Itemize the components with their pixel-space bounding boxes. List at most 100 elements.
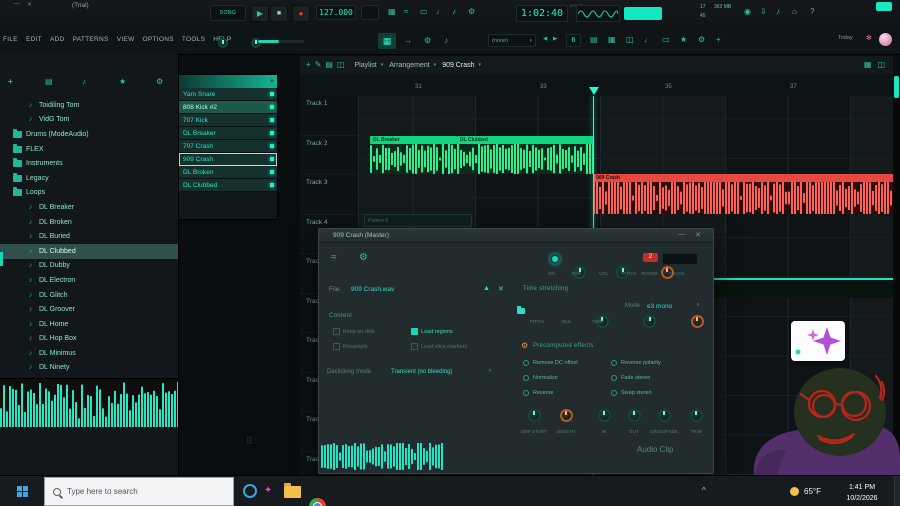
dialog-sample-waveform[interactable]	[321, 443, 443, 470]
plugin-button[interactable]: ⚙	[698, 36, 705, 44]
keyboard-icon[interactable]: ▭	[420, 8, 428, 16]
file-explorer-icon[interactable]	[284, 483, 301, 498]
browse-folder-icon[interactable]	[517, 306, 526, 314]
mixer-button[interactable]: ♩	[644, 36, 652, 44]
pattern-number-display[interactable]: 6	[566, 34, 581, 47]
weather-icon[interactable]	[790, 487, 799, 496]
task-view-icon[interactable]: ✦	[264, 485, 272, 496]
wave-icon[interactable]: ≈	[404, 8, 408, 16]
browser-item[interactable]: ♪ VidG Tom	[0, 113, 178, 128]
effect-fade-stereo[interactable]: Fade stereo	[611, 375, 650, 381]
channel-led[interactable]	[270, 105, 274, 109]
browser-item[interactable]: ♪ DL Hop Box	[0, 332, 178, 347]
timeline-ruler[interactable]: 31 33 35 37	[300, 74, 893, 97]
effect-normalize[interactable]: Normalize	[523, 375, 558, 381]
channel-button[interactable]: DL Breaker	[179, 127, 277, 140]
effect-reverse[interactable]: Reverse	[523, 390, 553, 396]
monitor-icon[interactable]: ◉	[744, 8, 751, 16]
dialog-titlebar[interactable]: 909 Crash (Master) — ✕	[319, 229, 713, 243]
on-switch[interactable]	[550, 254, 560, 264]
resize-handle-icon[interactable]: ⠿	[246, 436, 253, 447]
channel-led[interactable]	[270, 131, 274, 135]
browser-item[interactable]: ♪ DL Ninety	[0, 361, 178, 376]
detach-icon[interactable]: ▲	[483, 285, 490, 292]
channel-button[interactable]: DL Broken	[179, 166, 277, 179]
menu-add[interactable]: ADD	[50, 36, 65, 43]
show-desktop-strip[interactable]	[894, 476, 900, 506]
tab-selected-clip[interactable]: 909 Crash	[442, 62, 474, 69]
checkbox-load-slice-markers[interactable]: Load slice markers	[411, 343, 467, 350]
browser-item-selected[interactable]: ♪ DL Clubbed	[0, 243, 178, 259]
track-header[interactable]: Track 2	[300, 136, 358, 175]
scrollbar-thumb[interactable]	[894, 76, 899, 98]
midi-icon[interactable]: ♪	[776, 8, 780, 16]
track-routing-display[interactable]	[662, 253, 698, 265]
browser-item[interactable]: ♪ DL Dubby	[0, 259, 178, 274]
channel-rack-header[interactable]: + +	[179, 75, 277, 88]
pattern-display[interactable]	[361, 5, 379, 20]
menu-options[interactable]: OPTIONS	[143, 36, 174, 43]
clip-type-label[interactable]: Audio Clip	[637, 445, 673, 454]
browser-item[interactable]: ♪ DL Minimus	[0, 346, 178, 361]
channel-led[interactable]	[270, 183, 274, 187]
track-header[interactable]: Track 1	[300, 96, 358, 136]
wrench-icon[interactable]: ⚙	[424, 37, 431, 45]
chrome-icon[interactable]	[309, 498, 326, 506]
start-button[interactable]	[0, 476, 44, 506]
file-name[interactable]: 909 Crash.wav	[351, 286, 394, 293]
browser-item[interactable]: ♪ DL Broken	[0, 215, 178, 230]
update-icon[interactable]: ⇩	[760, 8, 767, 16]
channel-button[interactable]: Yarn Snare	[179, 88, 277, 101]
stretch-mul-knob[interactable]	[643, 315, 657, 328]
preview-speaker-icon[interactable]: ♪	[82, 78, 86, 86]
sample-settings-dialog[interactable]: 909 Crash (Master) — ✕ ≈ ⚙ 2 ON PAN VOL …	[318, 228, 714, 474]
envelope-tab-icon[interactable]: ⚙	[359, 253, 368, 263]
browser-item[interactable]: FLEX	[0, 142, 178, 157]
pattern-clip[interactable]: Pattern 6	[364, 214, 472, 227]
channel-led[interactable]	[270, 170, 274, 174]
browser-item[interactable]: ♪ Toidiling Tom	[0, 98, 178, 113]
channel-led[interactable]	[270, 92, 274, 96]
menu-file[interactable]: FILE	[3, 36, 18, 43]
browser-scroll-indicator[interactable]	[0, 252, 3, 266]
browser-item[interactable]: ♪ DL Groover	[0, 302, 178, 317]
settings-gear-icon[interactable]: ⚙	[468, 8, 475, 16]
channel-led[interactable]	[270, 144, 274, 148]
metronome-icon[interactable]: ♩	[436, 8, 444, 16]
playlist-paint-icon[interactable]: ▤	[325, 61, 333, 69]
effect-swap-stereo[interactable]: Swap stereo	[611, 390, 652, 396]
add-content-icon[interactable]: +	[8, 78, 13, 86]
checkbox-load-regions[interactable]: Load regions	[411, 328, 453, 335]
taskbar-search[interactable]: Type here to search	[44, 477, 234, 506]
help-icon[interactable]: ?	[810, 8, 814, 16]
tab-arrangement[interactable]: Arrangement	[389, 62, 429, 69]
preview-note-icon[interactable]: ♪	[444, 37, 448, 45]
playlist-button[interactable]: ◫	[626, 36, 634, 44]
playlist-zoom-icon[interactable]: ◫	[877, 61, 885, 69]
tray-expand-icon[interactable]: ^	[702, 486, 706, 495]
clear-sample-icon[interactable]: ✕	[498, 285, 504, 293]
home-icon[interactable]: ⌂	[792, 8, 797, 16]
audio-clip-dl-breaker[interactable]: DL Breaker	[370, 136, 457, 174]
next-pattern-icon[interactable]: ▶	[553, 36, 557, 43]
browser-settings-icon[interactable]: ⚙	[156, 78, 163, 86]
stop-button[interactable]: ■	[270, 5, 288, 22]
menu-patterns[interactable]: PATTERNS	[73, 36, 109, 43]
news-today-label[interactable]: Today	[838, 35, 853, 41]
channel-button-editing[interactable]: 909 Crash	[179, 153, 277, 166]
browser-button[interactable]: ▭	[662, 36, 670, 44]
channel-button-selected[interactable]: 808 Kick #2	[179, 101, 277, 114]
playlist-pencil-icon[interactable]: ✎	[315, 61, 322, 69]
minimize-icon[interactable]: —	[14, 1, 20, 7]
dialog-close-icon[interactable]: ✕	[695, 231, 701, 239]
pattern-selector[interactable]: (none) ▾	[488, 34, 536, 47]
browser-item[interactable]: ♪ DL Breaker	[0, 200, 178, 215]
browser-item[interactable]: Loops	[0, 186, 178, 201]
channel-led[interactable]	[270, 157, 274, 161]
snap-grid-button[interactable]: ▦	[378, 33, 396, 49]
shuffle-knob[interactable]	[218, 38, 228, 48]
user-avatar[interactable]	[879, 33, 892, 46]
menu-edit[interactable]: EDIT	[26, 36, 42, 43]
browser-item[interactable]: ♪ DL Home	[0, 317, 178, 332]
stretch-time-knob[interactable]	[690, 315, 704, 328]
